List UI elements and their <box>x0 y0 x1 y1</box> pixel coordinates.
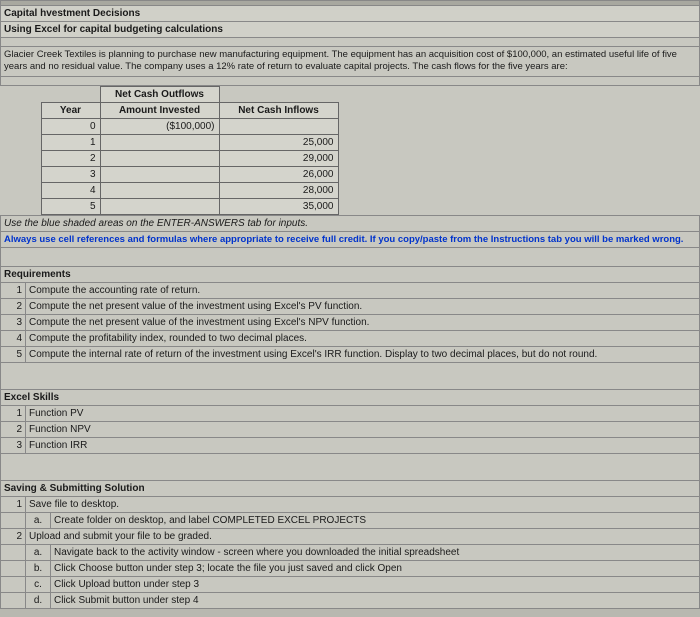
table-row: 535,000 <box>41 198 338 214</box>
req-num: 1 <box>1 282 26 298</box>
table-row: 125,000 <box>41 134 338 150</box>
req-item: Compute the internal rate of return of t… <box>26 346 700 362</box>
table-row: 428,000 <box>41 182 338 198</box>
skill-item: Function NPV <box>26 421 700 437</box>
problem-description: Glacier Creek Textiles is planning to pu… <box>1 47 700 77</box>
req-item: Compute the net present value of the inv… <box>26 314 700 330</box>
spreadsheet-view: Capital hvestment Decisions Using Excel … <box>0 0 700 609</box>
save-letter: c. <box>26 576 51 592</box>
title-line-2: Using Excel for capital budgeting calcul… <box>1 22 700 38</box>
save-letter: a. <box>26 544 51 560</box>
save-item: Save file to desktop. <box>26 496 700 512</box>
cash-flow-table: Net Cash Outflows Year Amount Invested N… <box>41 86 339 215</box>
header-outflows: Net Cash Outflows <box>100 86 219 102</box>
requirements-header: Requirements <box>1 266 700 282</box>
save-item: Click Upload button under step 3 <box>51 576 700 592</box>
note-shaded: Use the blue shaded areas on the ENTER-A… <box>1 215 700 231</box>
title-line-1: Capital hvestment Decisions <box>1 6 700 22</box>
req-num: 3 <box>1 314 26 330</box>
req-num: 2 <box>1 298 26 314</box>
skill-item: Function IRR <box>26 437 700 453</box>
save-item: Create folder on desktop, and label COMP… <box>51 512 700 528</box>
save-item: Navigate back to the activity window - s… <box>51 544 700 560</box>
table-row: 326,000 <box>41 166 338 182</box>
req-num: 4 <box>1 330 26 346</box>
skills-header: Excel Skills <box>1 389 700 405</box>
saving-header: Saving & Submitting Solution <box>1 480 700 496</box>
save-num: 2 <box>1 528 26 544</box>
header-year: Year <box>41 102 100 118</box>
table-row: 229,000 <box>41 150 338 166</box>
req-num: 5 <box>1 346 26 362</box>
skill-num: 2 <box>1 421 26 437</box>
header-inflows: Net Cash Inflows <box>219 102 338 118</box>
save-letter: b. <box>26 560 51 576</box>
header-amount: Amount Invested <box>100 102 219 118</box>
table-row: 0($100,000) <box>41 118 338 134</box>
skill-item: Function PV <box>26 405 700 421</box>
save-item: Click Choose button under step 3; locate… <box>51 560 700 576</box>
save-item: Click Submit button under step 4 <box>51 592 700 608</box>
save-item: Upload and submit your file to be graded… <box>26 528 700 544</box>
save-letter: a. <box>26 512 51 528</box>
req-item: Compute the net present value of the inv… <box>26 298 700 314</box>
req-item: Compute the profitability index, rounded… <box>26 330 700 346</box>
note-formulas: Always use cell references and formulas … <box>1 231 700 247</box>
skill-num: 3 <box>1 437 26 453</box>
skill-num: 1 <box>1 405 26 421</box>
save-letter: d. <box>26 592 51 608</box>
req-item: Compute the accounting rate of return. <box>26 282 700 298</box>
save-num: 1 <box>1 496 26 512</box>
